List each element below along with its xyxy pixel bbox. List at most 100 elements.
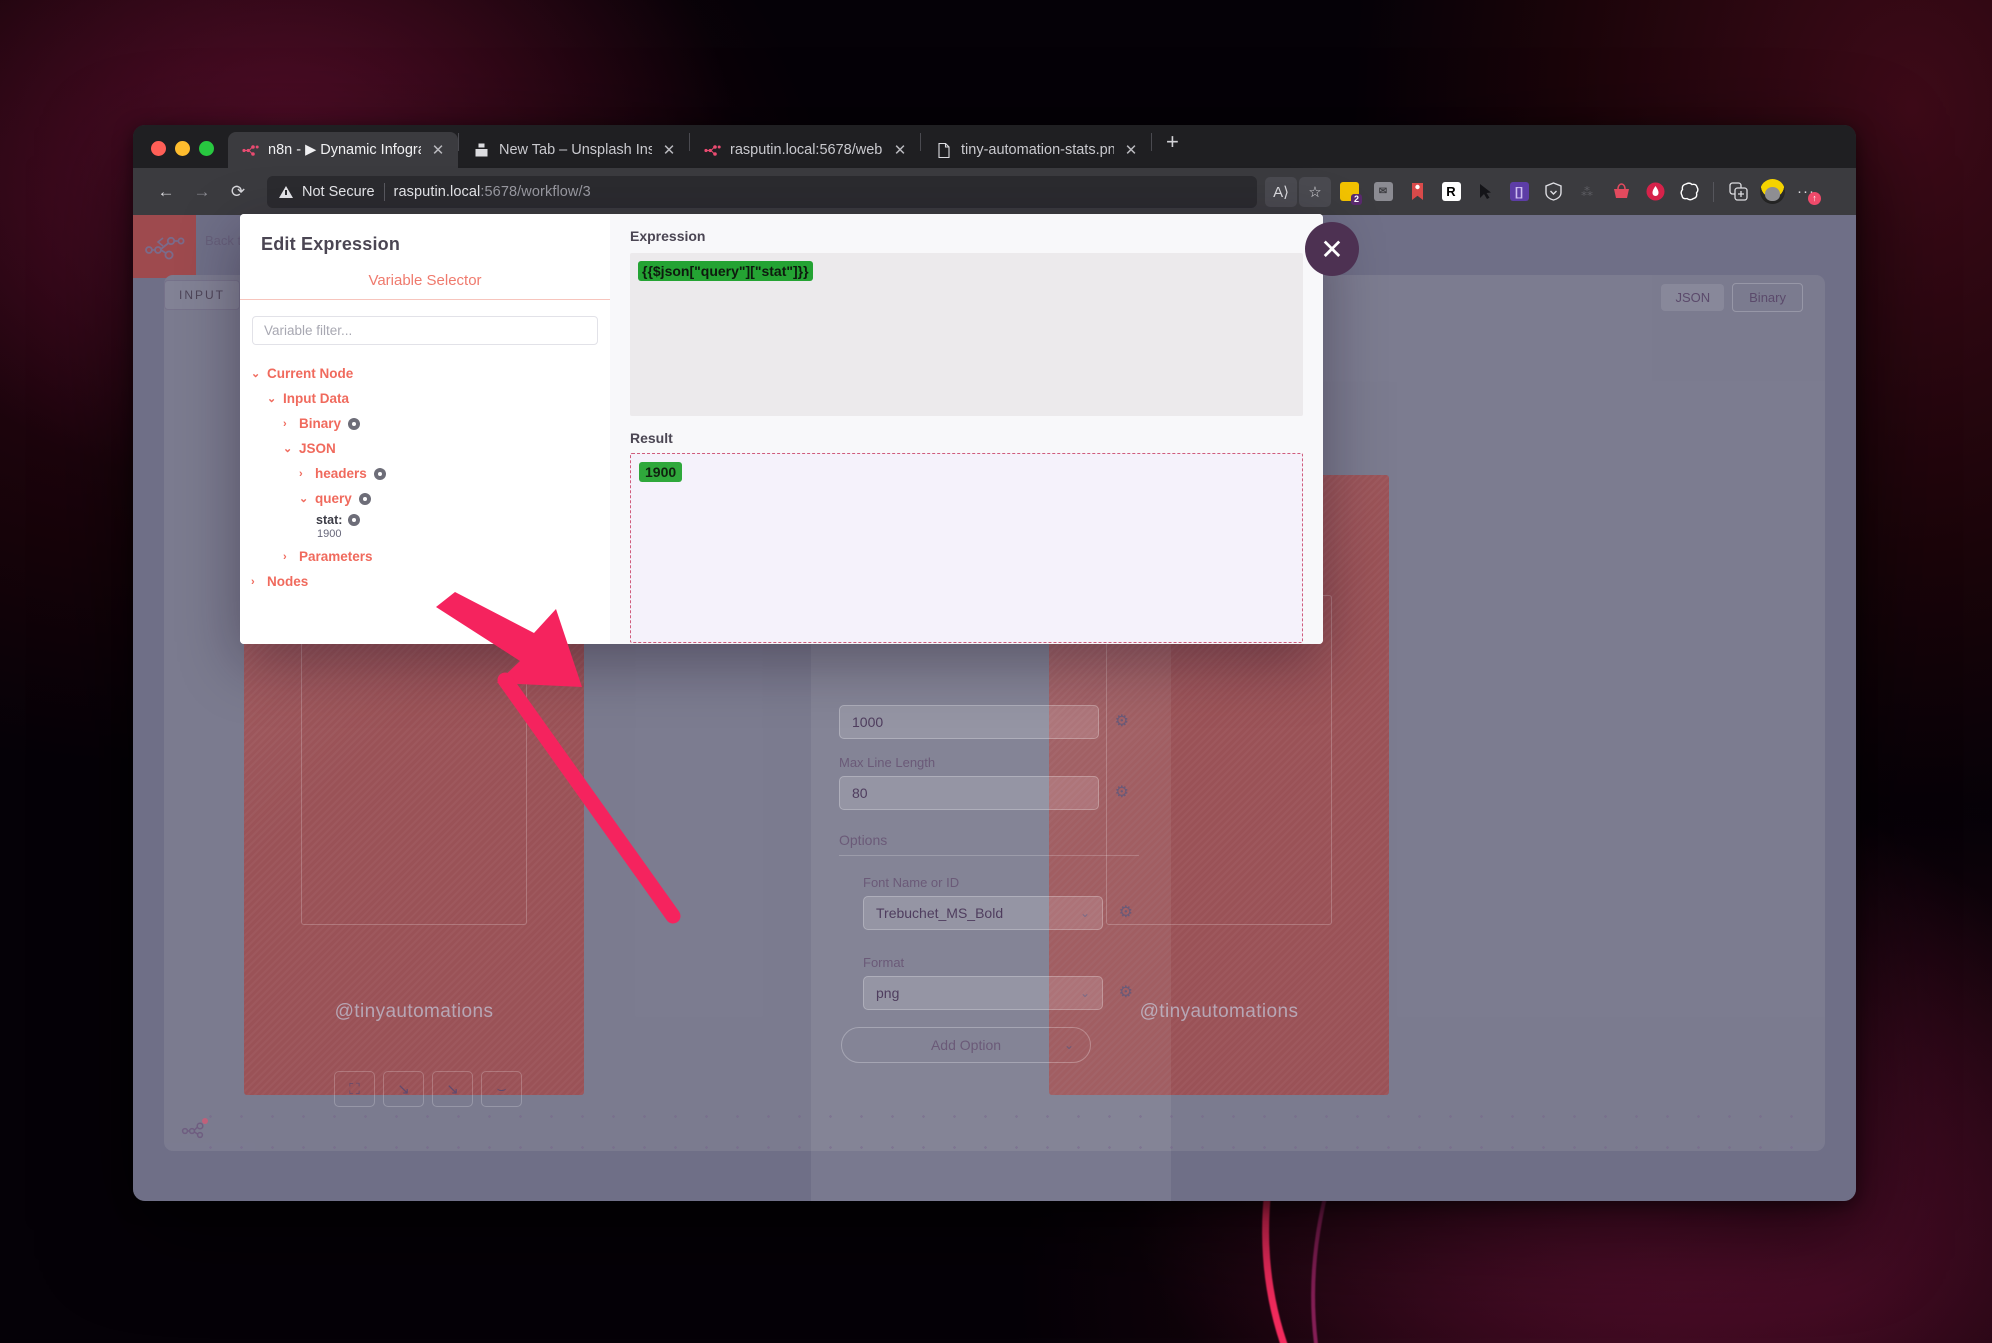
ndv-right-tabs: JSON Binary: [1661, 283, 1803, 312]
extension-cursor-icon[interactable]: [1469, 177, 1501, 207]
chevron-right-icon: ›: [283, 417, 287, 430]
tree-node-nodes[interactable]: › Nodes: [251, 569, 610, 594]
option-row-0: Font Name or ID Trebuchet_MS_Bold ⌄ ⚙: [863, 875, 1133, 930]
address-host: rasputin.local: [393, 183, 481, 200]
toolbar-separator: [1713, 181, 1714, 202]
tree-label-headers: headers: [315, 466, 367, 481]
variable-tree: ⌄ Current Node ⌄ Input Data › Binary ⌄ J…: [240, 345, 610, 594]
extension-basket-icon[interactable]: [1605, 177, 1637, 207]
tree-label-binary: Binary: [299, 416, 342, 431]
tree-node-headers[interactable]: › headers: [251, 461, 610, 486]
expression-label: Expression: [630, 228, 706, 244]
new-tab-button[interactable]: +: [1152, 129, 1193, 161]
extension-puzzle-icon[interactable]: [1673, 177, 1705, 207]
field-value-0[interactable]: 1000: [839, 705, 1099, 739]
close-window-button[interactable]: [151, 141, 166, 156]
tab-binary[interactable]: Binary: [1732, 283, 1803, 312]
close-modal-button[interactable]: ✕: [1305, 222, 1359, 276]
browser-tab-close-2[interactable]: ✕: [892, 141, 908, 159]
tree-node-current-node[interactable]: ⌄ Current Node: [251, 361, 610, 386]
canvas-dot-grid: [195, 1101, 1794, 1151]
chevron-down-icon: ⌄: [1063, 1038, 1074, 1052]
field-row-0: 1000 ⚙: [839, 705, 1129, 739]
browser-tab-label-3: tiny-automation-stats.png (108: [961, 142, 1114, 158]
tab-json[interactable]: JSON: [1661, 284, 1725, 311]
back-button[interactable]: ←: [149, 176, 183, 208]
extension-butterfly-icon[interactable]: ✉: [1367, 177, 1399, 207]
extension-faded-icon[interactable]: ⁂: [1571, 177, 1603, 207]
chevron-right-icon: ›: [283, 550, 287, 563]
expression-editor[interactable]: {{$json["query"]["stat"]}}: [630, 253, 1303, 416]
tree-label-current-node: Current Node: [267, 366, 354, 381]
browser-tab-label-0: n8n - ▶ Dynamic Infographic: [268, 142, 421, 158]
browser-tab-2[interactable]: rasputin.local:5678/webhook-t ✕: [690, 132, 920, 168]
gear-icon[interactable]: ⚙: [1115, 782, 1129, 802]
extension-brackets-icon[interactable]: []: [1503, 177, 1535, 207]
tree-leaf-stat[interactable]: stat: 1900: [251, 511, 610, 540]
tab-input[interactable]: INPUT: [164, 280, 240, 310]
modal-right-pane: Expression {{$json["query"]["stat"]}} Re…: [610, 214, 1323, 644]
variable-filter-placeholder: Variable filter...: [264, 323, 353, 338]
image-inner-frame: [301, 595, 527, 925]
option-label-1: Format: [863, 955, 905, 970]
split-screen-icon[interactable]: [1722, 177, 1754, 207]
browser-tab-1[interactable]: New Tab – Unsplash Instant ✕: [459, 132, 689, 168]
expression-token: {{$json["query"]["stat"]}}: [638, 261, 813, 281]
insert-variable-icon[interactable]: [358, 492, 371, 505]
settings-more-icon[interactable]: ··· ↑: [1790, 177, 1822, 207]
gear-icon[interactable]: ⚙: [1119, 982, 1133, 1002]
browser-tab-close-3[interactable]: ✕: [1123, 141, 1139, 159]
chevron-down-icon[interactable]: ⌄: [1080, 986, 1090, 1000]
extension-bookmark-icon[interactable]: [1401, 177, 1433, 207]
insert-variable-icon[interactable]: [373, 467, 386, 480]
address-url: rasputin.local:5678/workflow/3: [394, 184, 591, 200]
read-aloud-icon[interactable]: A⟩: [1265, 176, 1297, 207]
add-option-button[interactable]: Add Option ⌄: [841, 1027, 1091, 1063]
browser-tab-0[interactable]: n8n - ▶ Dynamic Infographic ✕: [228, 132, 458, 168]
add-favorite-icon[interactable]: ☆: [1299, 176, 1331, 207]
insert-variable-icon[interactable]: [348, 514, 361, 526]
option-text-0: Trebuchet_MS_Bold: [876, 905, 1004, 921]
not-secure-label: Not Secure: [302, 183, 375, 200]
extension-r-icon[interactable]: R: [1435, 177, 1467, 207]
minimize-window-button[interactable]: [175, 141, 190, 156]
option-value-1[interactable]: png ⌄: [863, 976, 1103, 1010]
address-bar[interactable]: Not Secure rasputin.local:5678/workflow/…: [267, 175, 1257, 208]
tree-label-nodes: Nodes: [267, 574, 309, 589]
chevron-down-icon[interactable]: ⌄: [1080, 906, 1090, 920]
n8n-icon: [242, 143, 259, 158]
unsplash-icon: [473, 143, 490, 158]
tree-leaf-value: 1900: [317, 528, 342, 540]
extension-notes-icon[interactable]: 2: [1333, 177, 1365, 207]
tree-node-json[interactable]: ⌄ JSON: [251, 436, 610, 461]
browser-tab-close-0[interactable]: ✕: [430, 141, 446, 159]
gear-icon[interactable]: ⚙: [1119, 902, 1133, 922]
add-option-label: Add Option: [930, 1037, 1002, 1053]
extension-shield-icon[interactable]: [1537, 177, 1569, 207]
insert-variable-icon[interactable]: [348, 417, 361, 430]
tree-node-binary[interactable]: › Binary: [251, 411, 610, 436]
gear-icon[interactable]: ⚙: [1115, 711, 1129, 731]
extension-badge-count: 2: [1350, 193, 1362, 205]
field-value-1[interactable]: 80: [839, 776, 1099, 810]
maximize-window-button[interactable]: [199, 141, 214, 156]
option-value-0[interactable]: Trebuchet_MS_Bold ⌄: [863, 896, 1103, 930]
tree-node-parameters[interactable]: › Parameters: [251, 540, 610, 569]
tree-label-query: query: [315, 491, 352, 506]
chevron-down-icon: ⌄: [283, 443, 293, 455]
forward-button[interactable]: →: [185, 176, 219, 208]
tree-label-parameters: Parameters: [299, 549, 373, 564]
tree-node-input-data[interactable]: ⌄ Input Data: [251, 386, 610, 411]
reload-button[interactable]: ⟳: [221, 176, 255, 208]
browser-tab-3[interactable]: tiny-automation-stats.png (108 ✕: [921, 132, 1151, 168]
tree-node-query[interactable]: ⌄ query: [251, 486, 610, 511]
browser-tab-close-1[interactable]: ✕: [661, 141, 677, 159]
window-traffic-lights[interactable]: [143, 141, 228, 168]
profile-avatar[interactable]: [1756, 177, 1788, 207]
n8n-logo[interactable]: [133, 215, 196, 278]
browser-navigation-bar: ← → ⟳ Not Secure rasputin.local:5678/wor…: [133, 168, 1856, 215]
variable-filter-input[interactable]: Variable filter...: [252, 316, 598, 345]
extension-drop-icon[interactable]: [1639, 177, 1671, 207]
n8n-logo-small[interactable]: [181, 1113, 211, 1139]
options-header: Options: [839, 832, 1139, 856]
